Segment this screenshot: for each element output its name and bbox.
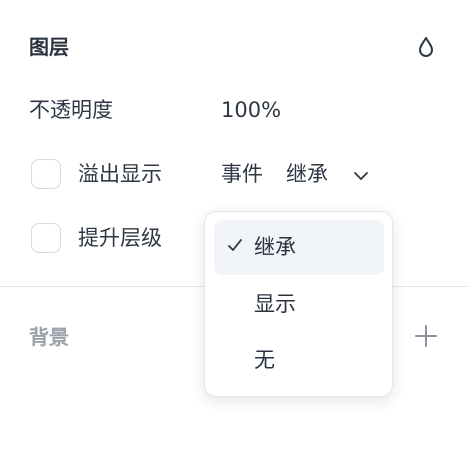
check-icon	[226, 235, 244, 255]
layer-section-title: 图层	[29, 35, 69, 59]
dropdown-option-inherit[interactable]: 继承	[214, 220, 384, 275]
elevate-checkbox[interactable]	[31, 223, 61, 253]
dropdown-option-label: 无	[254, 348, 275, 372]
opacity-value[interactable]: 100%	[221, 95, 281, 125]
event-dropdown-menu: 继承 显示 无	[204, 211, 393, 397]
dropdown-option-none[interactable]: 无	[214, 333, 384, 388]
plus-icon[interactable]	[414, 324, 438, 348]
event-select-value[interactable]: 继承	[286, 159, 328, 189]
event-label: 事件	[221, 162, 263, 186]
dropdown-option-label: 显示	[254, 292, 296, 316]
dropdown-option-show[interactable]: 显示	[214, 277, 384, 332]
overflow-checkbox[interactable]	[31, 159, 61, 189]
background-section-title: 背景	[29, 325, 69, 349]
elevate-label: 提升层级	[78, 226, 162, 250]
opacity-label: 不透明度	[29, 98, 113, 122]
chevron-down-icon[interactable]	[352, 168, 370, 182]
overflow-label: 溢出显示	[78, 162, 162, 186]
dropdown-option-label: 继承	[254, 235, 296, 259]
drop-icon[interactable]	[415, 35, 437, 59]
